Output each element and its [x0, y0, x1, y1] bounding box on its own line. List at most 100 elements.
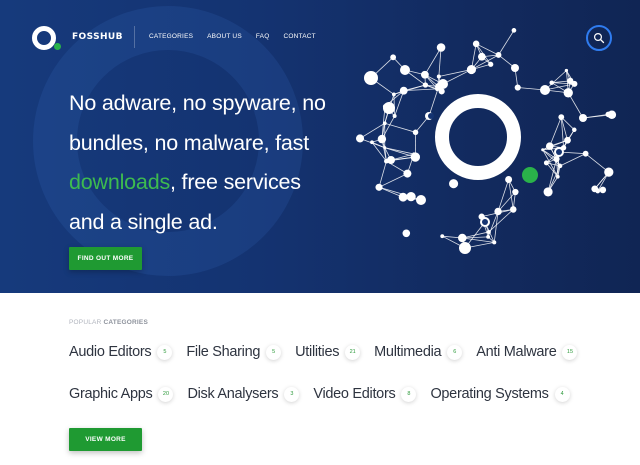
network-node — [398, 192, 408, 202]
nav-categories[interactable]: CATEGORIES — [149, 33, 193, 40]
network-link — [462, 237, 495, 243]
network-node — [494, 207, 502, 216]
network-node — [400, 65, 410, 75]
category-count-badge: 21 — [345, 344, 361, 360]
category-name: File Sharing — [186, 344, 261, 360]
network-node — [377, 134, 387, 144]
category-file-sharing[interactable]: File Sharing 5 — [186, 344, 282, 360]
network-node — [541, 148, 545, 152]
find-out-more-button[interactable]: FIND OUT MORE — [69, 247, 142, 270]
hero-headline: No adware, no spyware, no bundles, no ma… — [69, 84, 349, 242]
network-green-node — [522, 167, 538, 183]
network-node — [512, 188, 519, 196]
network-node — [356, 134, 365, 143]
network-node — [402, 229, 411, 238]
network-link — [498, 30, 515, 56]
network-node — [382, 121, 387, 126]
nav-divider — [134, 26, 135, 48]
network-node — [558, 114, 565, 120]
network-ring-node — [428, 113, 434, 119]
category-row: Graphic Apps 20 Disk Analysers 3 Video E… — [69, 386, 584, 402]
network-node — [557, 163, 563, 169]
network-link — [497, 179, 509, 212]
nav-contact[interactable]: CONTACT — [283, 33, 315, 40]
network-node — [422, 82, 429, 88]
network-node — [605, 111, 612, 118]
logo-dot-icon — [54, 43, 61, 50]
network-node — [564, 136, 571, 144]
category-name: Utilities — [295, 344, 340, 360]
network-node — [555, 174, 560, 179]
network-node — [486, 234, 491, 239]
network-node — [412, 129, 419, 136]
network-node — [549, 80, 554, 85]
category-name: Multimedia — [374, 344, 442, 360]
network-node — [436, 43, 446, 52]
category-count-badge: 6 — [447, 344, 463, 360]
view-more-button[interactable]: VIEW MORE — [69, 428, 142, 451]
nav-about-us[interactable]: ABOUT US — [207, 33, 242, 40]
category-name: Video Editors — [313, 386, 396, 402]
nav-faq[interactable]: FAQ — [256, 33, 270, 40]
category-multimedia[interactable]: Multimedia 6 — [374, 344, 463, 360]
network-node — [440, 234, 445, 239]
category-utilities[interactable]: Utilities 21 — [295, 344, 361, 360]
network-node — [410, 152, 421, 162]
logo-text: FOSSHUB — [72, 32, 123, 42]
category-count-badge: 8 — [401, 386, 417, 402]
network-node — [387, 156, 395, 164]
network-ring-node — [482, 219, 488, 225]
network-node — [488, 61, 494, 67]
category-audio-editors[interactable]: Audio Editors 5 — [69, 344, 173, 360]
network-link — [438, 69, 472, 77]
network-node — [579, 114, 587, 122]
network-link — [559, 153, 586, 167]
category-video-editors[interactable]: Video Editors 8 — [313, 386, 417, 402]
network-center-ring — [435, 94, 521, 180]
network-node — [364, 71, 378, 85]
category-name: Audio Editors — [69, 344, 152, 360]
network-node — [403, 169, 412, 178]
network-node — [399, 86, 408, 95]
network-node — [436, 74, 441, 79]
network-link — [549, 116, 562, 147]
headline-line-2: bundles, no malware, fast — [69, 130, 309, 155]
category-graphic-apps[interactable]: Graphic Apps 20 — [69, 386, 174, 402]
network-node — [458, 233, 467, 243]
fosshub-logo[interactable]: FOSSHUB — [32, 25, 132, 51]
category-operating-systems[interactable]: Operating Systems 4 — [430, 386, 570, 402]
category-row: Audio Editors 5 File Sharing 5 Utilities… — [69, 344, 591, 360]
network-node — [571, 80, 578, 87]
category-anti-malware[interactable]: Anti Malware 15 — [476, 344, 578, 360]
network-node — [472, 40, 480, 48]
network-node — [543, 187, 553, 197]
network-node — [495, 52, 502, 58]
network-node — [383, 102, 395, 114]
network-node — [564, 68, 569, 73]
main-nav: CATEGORIES ABOUT US FAQ CONTACT — [149, 33, 316, 40]
network-node — [582, 150, 589, 157]
category-name: Graphic Apps — [69, 386, 153, 402]
network-node — [510, 206, 517, 213]
category-disk-analysers[interactable]: Disk Analysers 3 — [187, 386, 300, 402]
category-count-badge: 15 — [562, 344, 578, 360]
network-link — [424, 47, 442, 75]
network-illustration — [356, 28, 617, 254]
network-node — [449, 179, 459, 189]
popular-label-bold: CATEGORIES — [103, 319, 148, 326]
network-link — [378, 173, 408, 188]
network-link — [378, 161, 387, 188]
network-node — [459, 242, 471, 254]
category-count-badge: 4 — [554, 386, 570, 402]
network-node — [540, 85, 550, 95]
headline-line-4: and a single ad. — [69, 209, 218, 234]
network-node — [505, 176, 513, 184]
hero-section: FOSSHUB CATEGORIES ABOUT US FAQ CONTACT … — [0, 0, 640, 293]
network-node — [375, 183, 383, 191]
network-link — [384, 147, 416, 158]
network-node — [416, 195, 426, 205]
popular-label-light: POPULAR — [69, 319, 102, 326]
category-count-badge: 3 — [284, 386, 300, 402]
category-count-badge: 5 — [157, 344, 173, 360]
headline-highlight: downloads — [69, 170, 170, 194]
